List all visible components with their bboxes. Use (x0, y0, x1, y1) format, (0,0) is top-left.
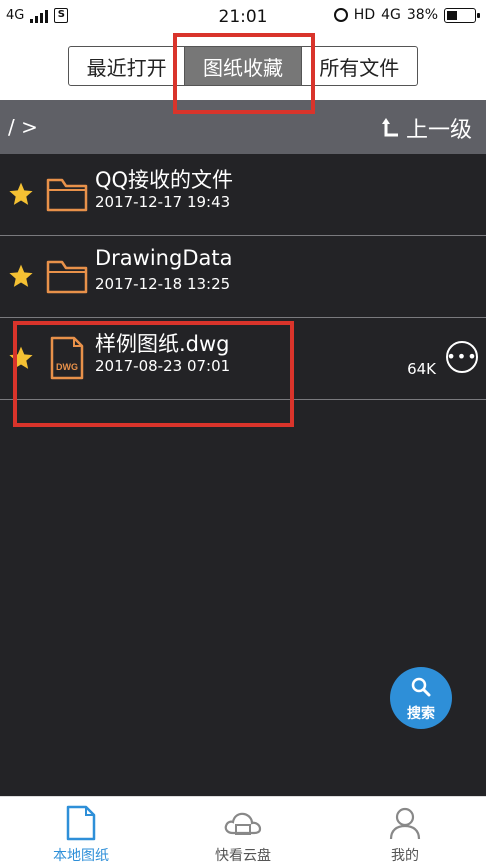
up-level-label: 上一级 (405, 118, 472, 143)
dwg-badge: DWG (56, 362, 78, 372)
file-row-drawingdata-folder[interactable]: DrawingData 2017-12-18 13:25 (0, 236, 486, 318)
segmented-control: 最近打开 图纸收藏 所有文件 (68, 46, 418, 86)
nav-local-drawings[interactable]: 本地图纸 (0, 797, 162, 864)
path-bar: / > 上一级 (0, 100, 486, 154)
file-name: QQ接收的文件 (95, 168, 234, 192)
bottom-nav: 本地图纸 快看云盘 我的 (0, 796, 486, 864)
nav-label: 快看云盘 (215, 848, 271, 864)
tab-favorites[interactable]: 图纸收藏 (184, 47, 301, 85)
current-path: / > (8, 115, 38, 139)
file-list: QQ接收的文件 2017-12-17 19:43 DrawingData 201… (0, 154, 486, 400)
file-date: 2017-12-17 19:43 (95, 193, 231, 211)
file-row-sample-dwg[interactable]: DWG 样例图纸.dwg 2017-08-23 07:01 64K ••• (0, 318, 486, 400)
cloud-icon (224, 812, 262, 835)
return-up-arrow-icon (381, 118, 398, 137)
status-right: HD 4G 38% (333, 7, 480, 23)
alarm-icon (333, 8, 348, 22)
tab-bar: 最近打开 图纸收藏 所有文件 (0, 34, 486, 100)
battery-level (447, 10, 457, 20)
file-row-qq-folder[interactable]: QQ接收的文件 2017-12-17 19:43 (0, 154, 486, 236)
file-date: 2017-08-23 07:01 (95, 357, 231, 375)
more-options-icon[interactable]: ••• (446, 341, 478, 373)
battery-percent: 38% (406, 7, 438, 23)
network-type-right: 4G (381, 7, 401, 23)
star-icon[interactable] (8, 181, 34, 207)
nav-label: 我的 (391, 848, 419, 864)
file-name: DrawingData (95, 246, 233, 270)
tab-recent[interactable]: 最近打开 (69, 47, 184, 85)
up-level-button[interactable]: 上一级 (381, 112, 472, 144)
nav-mine[interactable]: 我的 (324, 797, 486, 864)
file-date: 2017-12-18 13:25 (95, 275, 231, 293)
star-icon[interactable] (8, 345, 34, 371)
battery-icon (444, 7, 480, 23)
tab-all-files[interactable]: 所有文件 (300, 47, 417, 85)
file-size: 64K (407, 360, 436, 378)
user-icon (389, 807, 421, 840)
search-icon (411, 677, 431, 697)
star-icon[interactable] (8, 263, 34, 289)
folder-icon (46, 178, 88, 212)
hd-label: HD (353, 7, 376, 23)
nav-label: 本地图纸 (53, 848, 109, 864)
document-icon (66, 805, 96, 841)
nav-cloud-disk[interactable]: 快看云盘 (162, 797, 324, 864)
search-label: 搜索 (407, 706, 435, 722)
status-bar: 4G S 21:01 HD 4G 38% (0, 0, 486, 34)
dwg-file-icon: DWG (50, 336, 84, 380)
folder-icon (46, 260, 88, 294)
search-button[interactable]: 搜索 (390, 667, 452, 729)
file-name: 样例图纸.dwg (95, 332, 230, 356)
